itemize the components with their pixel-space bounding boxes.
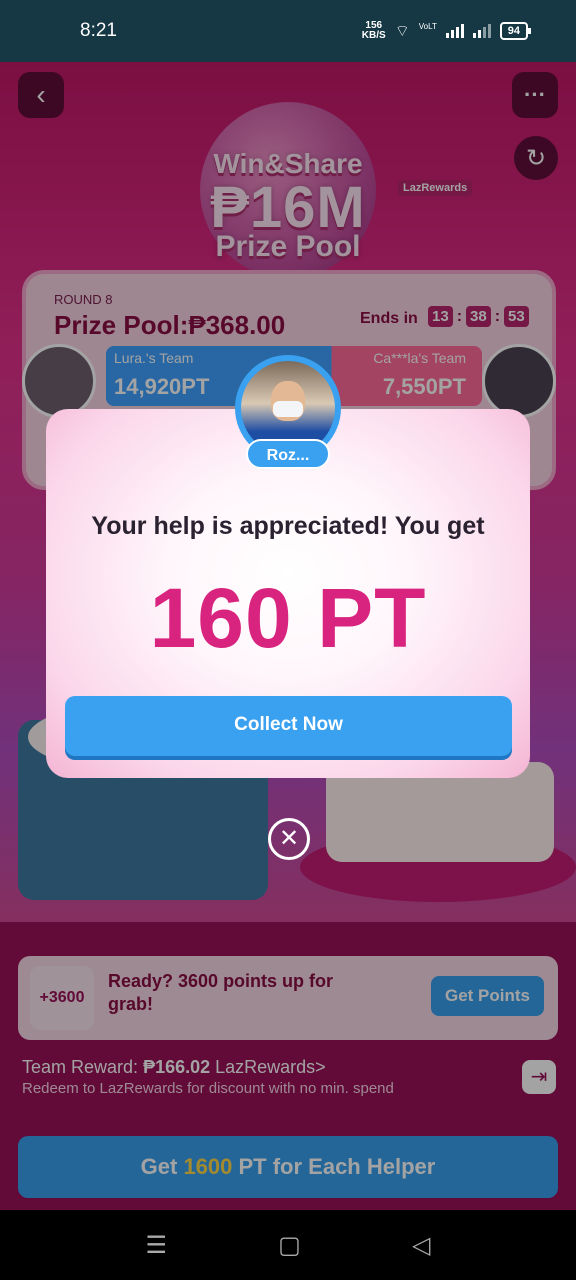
network-speed: 156 KB/S: [361, 20, 386, 41]
helper-name: Roz...: [246, 439, 330, 469]
status-icons: 156 KB/S ⌔ VoLTE 94: [361, 20, 532, 41]
status-bar: 8:21 156 KB/S ⌔ VoLTE 94: [0, 0, 576, 62]
battery-icon: 94: [499, 22, 532, 40]
system-nav-bar: ☰ ▢ ◁: [0, 1210, 576, 1280]
collect-now-button[interactable]: Collect Now: [65, 696, 512, 756]
recents-icon[interactable]: ☰: [146, 1231, 168, 1260]
modal-points: 160 PT: [149, 571, 427, 665]
back-icon[interactable]: ◁: [412, 1231, 430, 1260]
signal-icon-2: [472, 24, 491, 38]
status-time: 8:21: [80, 20, 117, 41]
wifi-icon: ⌔: [394, 23, 410, 40]
signal-icon: [445, 24, 464, 38]
close-modal-button[interactable]: ✕: [268, 818, 310, 860]
modal-message: Your help is appreciated! You get: [91, 512, 485, 540]
volte-icon: VoLTE: [418, 23, 437, 31]
home-icon[interactable]: ▢: [278, 1231, 301, 1260]
close-circle-icon: ✕: [278, 825, 300, 852]
